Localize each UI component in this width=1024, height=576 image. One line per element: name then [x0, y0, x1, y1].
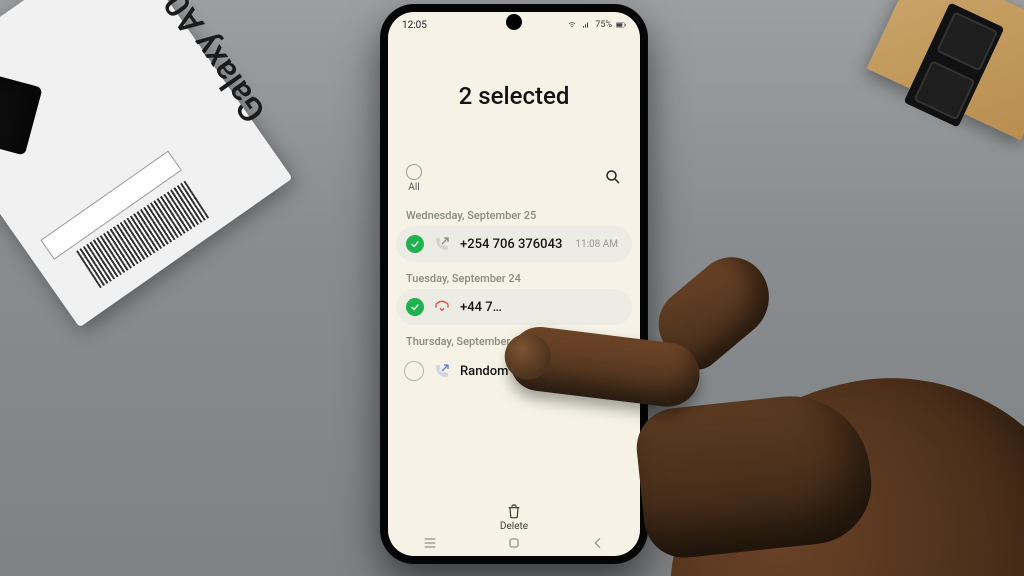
scene: Galaxy A06 12:05 75% 2 selected [0, 0, 1024, 576]
call-row-name: +254 706 376043 [460, 237, 565, 252]
search-icon [604, 168, 622, 186]
row-checkbox[interactable] [406, 235, 424, 253]
date-header: Wednesday, September 25 [394, 199, 634, 226]
trash-icon [506, 503, 522, 519]
signal-icon [581, 21, 591, 29]
search-button[interactable] [604, 168, 622, 186]
box-brand-text: Galaxy A06 [146, 0, 274, 130]
product-box: Galaxy A06 [0, 0, 293, 327]
camera-notch [506, 14, 522, 30]
select-all-label: All [408, 182, 419, 193]
call-row[interactable]: Random Guy 12… [394, 352, 634, 390]
select-all-radio-icon [406, 164, 422, 180]
selection-count-title: 2 selected [388, 82, 640, 110]
date-header: Tuesday, September 24 [394, 262, 634, 289]
wifi-icon [567, 21, 577, 29]
date-header: Thursday, September 19 [394, 325, 634, 352]
select-all-button[interactable]: All [406, 164, 422, 193]
delete-label: Delete [500, 521, 528, 532]
checkmark-icon [410, 239, 420, 249]
status-battery-text: 75% [595, 20, 612, 30]
box-phone-render [0, 59, 43, 155]
call-row-name: Random Guy [460, 364, 592, 379]
call-row-name: +44 7… [460, 300, 608, 315]
call-row[interactable]: +254 706 376043 11:08 AM [396, 226, 632, 262]
delete-button[interactable]: Delete [500, 503, 528, 532]
android-nav-bar [388, 534, 640, 552]
row-checkbox[interactable] [404, 361, 424, 381]
phone-frame: 12:05 75% 2 selected All [380, 4, 648, 564]
video-watermark [988, 556, 1018, 572]
nav-home-icon[interactable] [506, 535, 522, 551]
selection-header: 2 selected [388, 34, 640, 164]
call-row-time: 11:08 AM [575, 239, 622, 250]
row-checkbox[interactable] [406, 298, 424, 316]
call-log-list: Wednesday, September 25 +254 706 376043 … [388, 199, 640, 390]
phone-screen: 12:05 75% 2 selected All [388, 12, 640, 556]
missed-call-icon [434, 299, 450, 315]
nav-back-icon[interactable] [590, 535, 606, 551]
call-row[interactable]: +44 7… [396, 289, 632, 325]
call-row-time: 12… [602, 366, 624, 377]
status-right: 75% [567, 20, 626, 30]
outgoing-call-icon [434, 363, 450, 379]
battery-icon [616, 21, 626, 29]
status-time: 12:05 [402, 20, 427, 31]
outgoing-call-icon [434, 236, 450, 252]
checkmark-icon [410, 302, 420, 312]
action-bar: Delete [388, 503, 640, 532]
selection-toolbar: All [388, 164, 640, 199]
nav-recents-icon[interactable] [422, 535, 438, 551]
